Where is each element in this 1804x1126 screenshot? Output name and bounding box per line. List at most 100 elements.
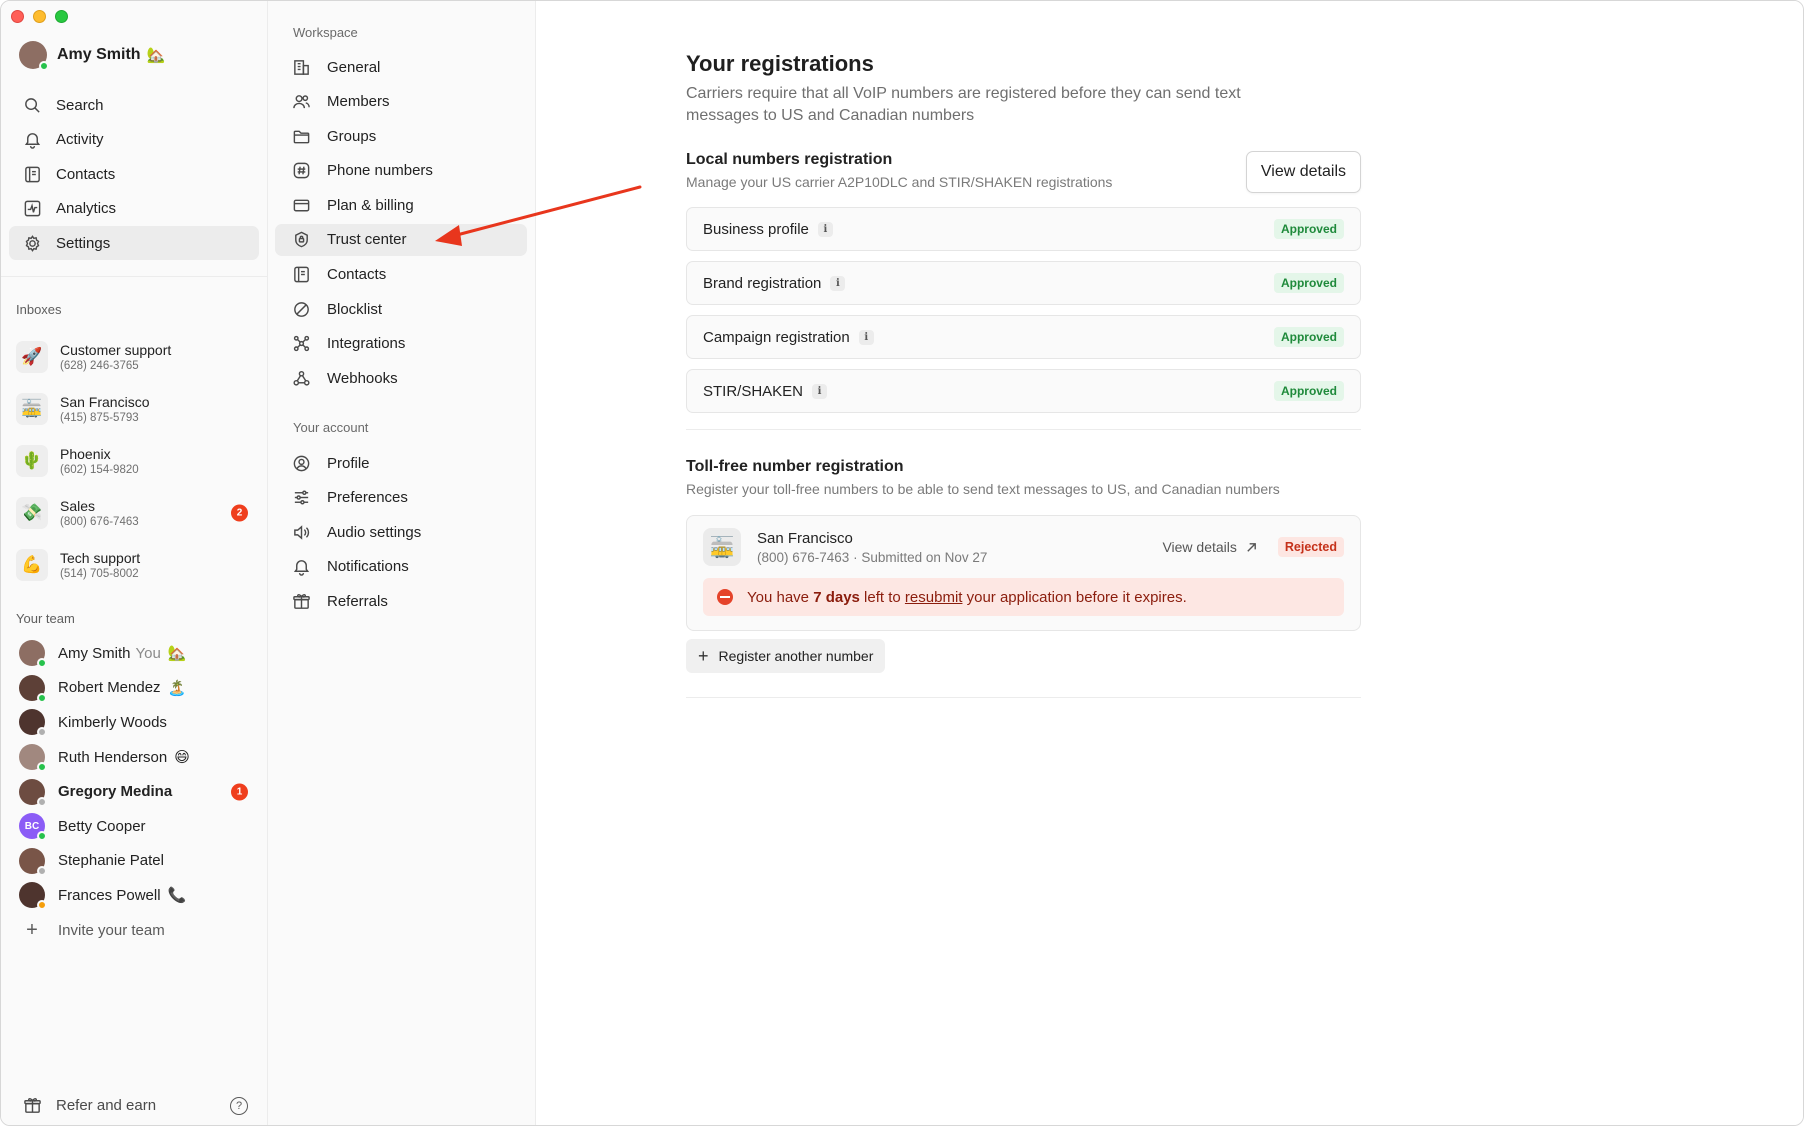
- nav-analytics[interactable]: Analytics: [9, 192, 259, 226]
- block-icon: [294, 301, 309, 317]
- menu-audio-settings[interactable]: Audio settings: [275, 516, 527, 548]
- hash-icon: [293, 162, 310, 179]
- menu-preferences[interactable]: Preferences: [275, 482, 527, 514]
- primary-nav: Search Activity Contacts Analytics Setti…: [9, 88, 259, 261]
- tollfree-view-details-link[interactable]: View details: [1162, 539, 1257, 555]
- alert-days: 7 days: [813, 588, 860, 606]
- inboxes-heading: Inboxes: [16, 302, 62, 317]
- team-member[interactable]: Stephanie Patel: [19, 844, 248, 879]
- nav-search[interactable]: Search: [9, 88, 259, 122]
- refer-label: Refer and earn: [56, 1097, 157, 1114]
- team-member[interactable]: BC Betty Cooper: [19, 809, 248, 844]
- resubmit-link[interactable]: resubmit: [905, 589, 963, 606]
- avatar: [19, 744, 47, 773]
- menu-trust-center[interactable]: Trust center: [275, 223, 527, 256]
- menu-groups[interactable]: Groups: [275, 120, 527, 152]
- info-icon[interactable]: i: [858, 329, 874, 345]
- avatar: [19, 41, 49, 71]
- team-heading: Your team: [16, 611, 75, 626]
- info-icon[interactable]: i: [817, 221, 833, 237]
- menu-blocklist[interactable]: Blocklist: [275, 293, 527, 325]
- menu-general[interactable]: General: [275, 51, 527, 83]
- inbox-name: Phoenix: [60, 446, 111, 462]
- inbox-item-san-francisco[interactable]: 🚋 San Francisco (415) 875-5793: [16, 383, 248, 435]
- menu-label: Audio settings: [327, 523, 422, 541]
- status-badge: Approved: [1273, 219, 1344, 239]
- alert-text-mid: left to: [859, 588, 905, 606]
- menu-label: Webhooks: [327, 369, 398, 387]
- status-emoji: 🏡: [146, 47, 166, 64]
- online-status-dot: [39, 61, 49, 71]
- nav-settings[interactable]: Settings: [9, 226, 259, 261]
- status-emoji: 😄: [174, 749, 190, 767]
- inbox-name: San Francisco: [60, 394, 150, 410]
- member-name: Ruth Henderson: [58, 748, 168, 766]
- avatar: [19, 882, 47, 911]
- info-icon[interactable]: i: [830, 275, 846, 291]
- page-description: Carriers require that all VoIP numbers a…: [686, 85, 1241, 124]
- tollfree-meta: (800) 676-7463 · Submitted on Nov 27: [757, 549, 988, 565]
- nav-activity[interactable]: Activity: [9, 123, 259, 157]
- close-window-button[interactable]: [11, 10, 24, 23]
- online-status-dot: [37, 831, 47, 842]
- team-member[interactable]: Amy Smith You 🏡: [19, 636, 248, 671]
- bell-icon: [24, 133, 41, 149]
- external-arrow-icon: [1247, 542, 1256, 552]
- team-member[interactable]: Robert Mendez 🏝️: [19, 671, 248, 706]
- tollfree-inbox-name: San Francisco: [757, 529, 853, 547]
- folder-icon: [293, 130, 310, 144]
- registration-row-brand[interactable]: Brand registration i Approved: [686, 261, 1361, 305]
- online-status-dot: [37, 762, 47, 773]
- register-another-number-button[interactable]: + Register another number: [686, 639, 886, 673]
- registration-row-stir-shaken[interactable]: STIR/SHAKEN i Approved: [686, 369, 1361, 413]
- team-member[interactable]: Kimberly Woods: [19, 705, 248, 740]
- registration-row-campaign[interactable]: Campaign registration i Approved: [686, 315, 1361, 359]
- current-user[interactable]: Amy Smith 🏡: [19, 41, 166, 71]
- member-name: Robert Mendez: [58, 679, 161, 697]
- menu-label: Blocklist: [327, 300, 383, 318]
- menu-referrals[interactable]: Referrals: [275, 585, 527, 617]
- team-member[interactable]: Ruth Henderson 😄: [19, 740, 248, 775]
- settings-menu: Workspace General Members Groups Phone n…: [268, 1, 536, 1125]
- inbox-item-sales[interactable]: 💸 Sales (800) 676-7463 2: [16, 487, 248, 539]
- avatar: [19, 640, 47, 669]
- info-icon[interactable]: i: [812, 383, 828, 399]
- team-member[interactable]: Frances Powell 📞: [19, 878, 248, 913]
- menu-profile[interactable]: Profile: [275, 447, 527, 479]
- inbox-item-tech-support[interactable]: 💪 Tech support (514) 705-8002: [16, 539, 248, 591]
- maximize-window-button[interactable]: [55, 10, 68, 23]
- page-title: Your registrations: [686, 51, 874, 76]
- webhook-icon: [293, 370, 310, 386]
- help-icon[interactable]: ?: [230, 1096, 248, 1115]
- refer-and-earn[interactable]: Refer and earn ?: [23, 1096, 248, 1115]
- gear-icon: [25, 235, 40, 252]
- menu-integrations[interactable]: Integrations: [275, 328, 527, 360]
- menu-phone-numbers[interactable]: Phone numbers: [275, 155, 527, 187]
- section-subtitle: Manage your US carrier A2P10DLC and STIR…: [686, 174, 1113, 190]
- team-member[interactable]: Gregory Medina 1: [19, 774, 248, 809]
- alert-text-post: your application before it expires.: [962, 588, 1187, 606]
- menu-plan-billing[interactable]: Plan & billing: [275, 189, 527, 221]
- gift-icon: [24, 1098, 41, 1113]
- link-label: View details: [1162, 539, 1237, 555]
- menu-contacts[interactable]: Contacts: [275, 259, 527, 291]
- inbox-item-customer-support[interactable]: 🚀 Customer support (628) 246-3765: [16, 331, 248, 383]
- minimize-window-button[interactable]: [33, 10, 46, 23]
- registration-name: Brand registration: [703, 274, 822, 292]
- invite-label: Invite your team: [58, 921, 165, 939]
- tollfree-card: 🚋 San Francisco (800) 676-7463 · Submitt…: [686, 515, 1361, 631]
- inbox-phone: (602) 154-9820: [60, 464, 139, 476]
- menu-webhooks[interactable]: Webhooks: [275, 362, 527, 394]
- registration-row-business-profile[interactable]: Business profile i Approved: [686, 207, 1361, 251]
- nav-label: Search: [56, 96, 104, 114]
- inbox-list: 🚀 Customer support (628) 246-3765 🚋 San F…: [16, 331, 248, 591]
- menu-notifications[interactable]: Notifications: [275, 551, 527, 583]
- inbox-item-phoenix[interactable]: 🌵 Phoenix (602) 154-9820: [16, 435, 248, 487]
- menu-members[interactable]: Members: [275, 86, 527, 118]
- avatar-initials: BC: [24, 820, 40, 832]
- nav-contacts[interactable]: Contacts: [9, 157, 259, 191]
- view-details-button[interactable]: View details: [1245, 151, 1361, 193]
- gift-icon: [293, 593, 310, 609]
- menu-label: Preferences: [327, 489, 408, 507]
- invite-team-button[interactable]: + Invite your team: [19, 913, 248, 948]
